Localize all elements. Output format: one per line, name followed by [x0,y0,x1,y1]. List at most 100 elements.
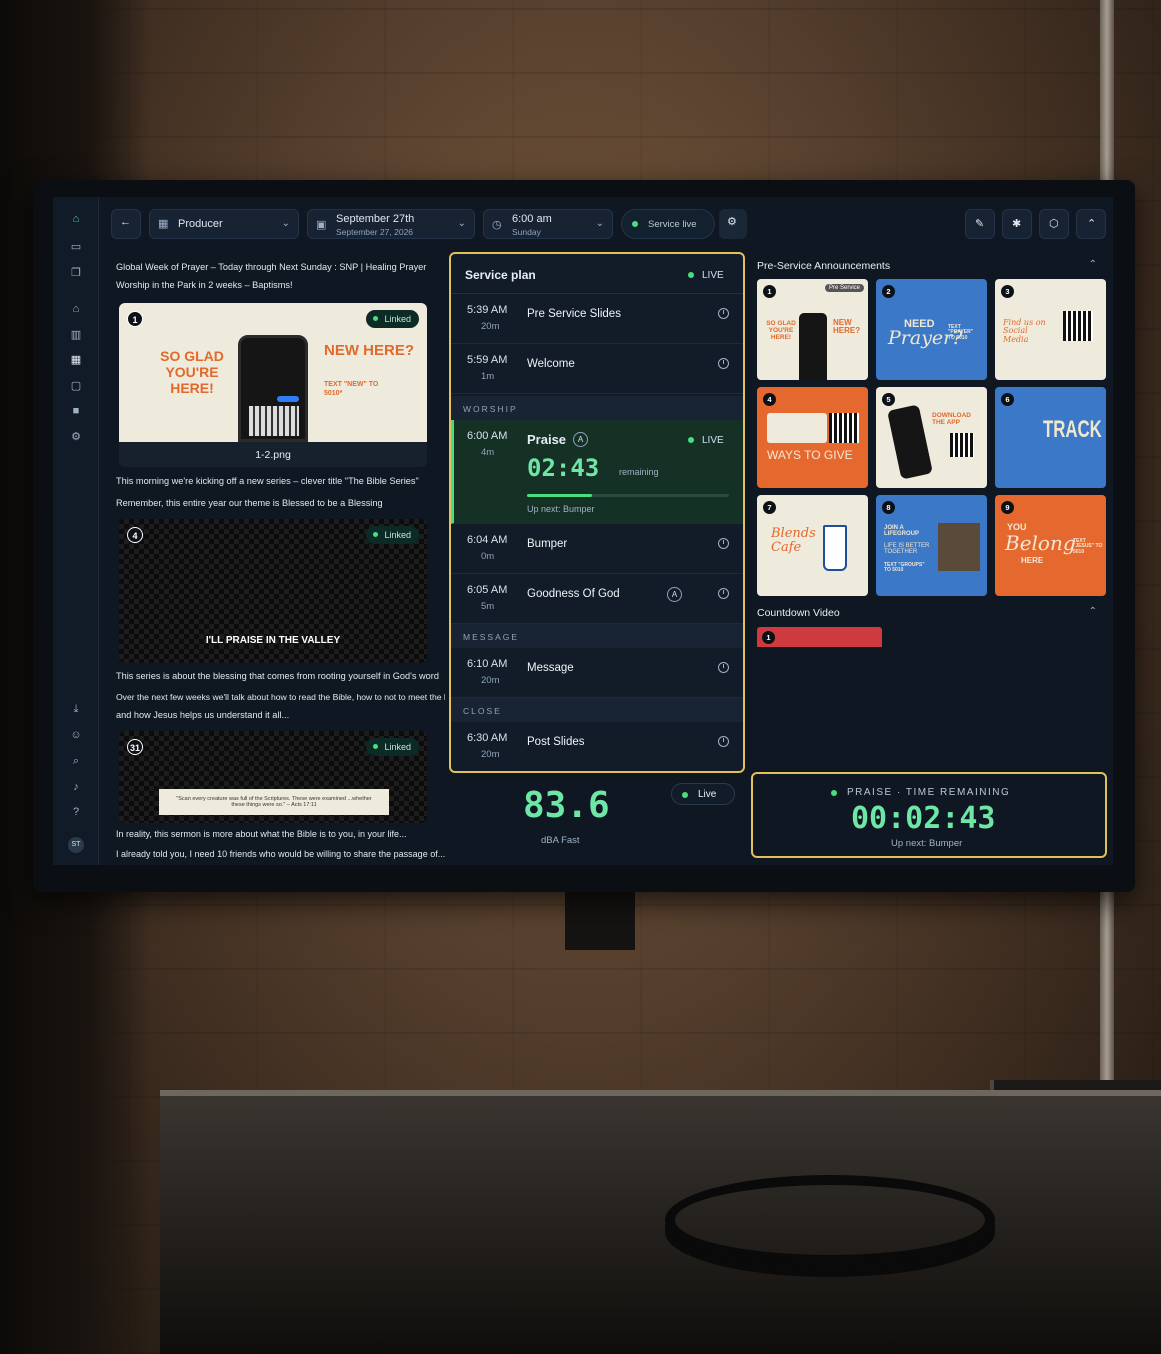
notes-line: Worship in the Park in 2 weeks – Baptism… [116,280,293,290]
home-icon[interactable]: ⌂ [68,301,84,317]
tile-text: NEW HERE? [833,318,861,336]
app-logo-icon[interactable]: ⌂ [68,211,84,227]
date-sub: September 27, 2026 [336,227,414,237]
slide-graphic-text: TEXT "NEW" TO 5010* [324,381,379,397]
item-name: Pre Service Slides [527,308,621,320]
download-icon[interactable]: ⤓ [68,701,84,717]
gear-icon: ⚙ [727,216,737,228]
back-button[interactable]: ← [111,209,141,239]
avatar[interactable]: ST [68,837,84,853]
up-next-label: Up next: Bumper [527,504,595,514]
date-label: September 27th [336,213,415,225]
date-dropdown[interactable]: ▣ September 27th September 27, 2026 ⌄ [307,209,475,239]
item-duration: 20m [481,749,500,760]
chevron-up-icon[interactable]: ⌃ [1089,259,1097,270]
calendar-icon[interactable]: ▢ [68,378,84,394]
plan-item[interactable]: 6:30 AM 20m Post Slides [451,722,743,771]
item-name: Message [527,662,574,674]
time-remaining-panel: PRAISE · TIME REMAINING 00:02:43 Up next… [751,772,1107,858]
live-label: LIVE [702,270,724,281]
collapse-button[interactable]: ⌃ [1076,209,1106,239]
box-icon: ⬡ [1049,218,1059,230]
grid-icon[interactable]: ▦ [68,352,84,368]
tile-text: TRACK [1043,416,1102,443]
announcement-tile[interactable]: 2 NEED Prayer? TEXT "PRAYER" TO 5010 [876,279,987,380]
assignee-badge[interactable]: A [667,587,682,602]
slide-card-4[interactable]: 4 Linked I'LL PRAISE IN THE VALLEY [119,519,427,663]
announcement-tile[interactable]: 3 Find us on Social Media [995,279,1106,380]
time-sub: Sunday [512,227,541,237]
db-live-pill[interactable]: Live [671,783,735,805]
producer-label: Producer [178,218,223,230]
plan-item[interactable]: 5:59 AM 1m Welcome [451,344,743,394]
plan-item[interactable]: 5:39 AM 20m Pre Service Slides [451,294,743,344]
add-user-icon[interactable]: ☺ [68,727,84,743]
tile-number: 2 [882,285,895,298]
slide-card-31[interactable]: 31 Linked "Scan every creature was full … [119,731,427,823]
slide-card-1[interactable]: SO GLAD YOU'RE HERE! NEW HERE? TEXT "NEW… [119,303,427,467]
bell-icon[interactable]: ♪ [68,779,84,795]
plan-item[interactable]: 6:10 AM 20m Message [451,648,743,698]
chat-icon[interactable]: ▭ [68,239,84,255]
notes-line: Remember, this entire year our theme is … [116,498,383,508]
up-next-label: Up next: Bumper [891,838,963,849]
item-name: Praise [527,432,567,447]
phone-graphic [238,335,308,442]
copy-icon[interactable]: ❐ [68,265,84,281]
service-settings-button[interactable]: ⚙ [719,209,747,239]
service-live-label: Service live [648,219,697,230]
chevron-up-icon[interactable]: ⌃ [1089,606,1097,617]
clock-icon: ◷ [492,219,502,231]
time-dropdown[interactable]: ◷ 6:00 am Sunday ⌄ [483,209,613,239]
search-icon[interactable]: ⌕ [68,753,84,769]
notes-line: Over the next few weeks we'll talk about… [116,692,445,702]
item-duration: 1m [481,371,495,382]
item-name: Bumper [527,538,568,550]
pencil-icon: ✎ [975,218,985,230]
countdown-video-tile[interactable]: 1 [757,627,882,647]
package-button[interactable]: ⬡ [1039,209,1069,239]
settings-icon[interactable]: ⚙ [68,429,84,445]
debug-button[interactable]: ✱ [1002,209,1032,239]
plan-item-current[interactable]: 6:00 AM 4m Praise A LIVE 02:43 remaining… [451,420,743,524]
announcement-tile[interactable]: 1 Pre Service SO GLAD YOU'RE HERE! NEW H… [757,279,868,380]
edit-button[interactable]: ✎ [965,209,995,239]
item-time: 6:00 AM [467,430,508,442]
clock-icon[interactable] [718,358,729,369]
slide-graphic-text: SO GLAD YOU'RE HERE! [160,348,224,396]
plan-item[interactable]: 6:05 AM 5m Goodness Of God A [451,574,743,624]
announcement-tile[interactable]: 8 JOIN A LIFEGROUP LIFE IS BETTER TOGETH… [876,495,987,596]
linked-badge[interactable]: Linked [366,526,419,544]
item-name: Goodness Of God [527,588,620,600]
notes-column: Global Week of Prayer – Today through Ne… [109,253,445,865]
left-rail: ⌂ ▭ ❐ ⌂ ▥ ▦ ▢ ■ ⚙ ⤓ ☺ ⌕ ♪ ? ST [53,197,99,865]
announcement-tile[interactable]: 7 Blends Cafe [757,495,868,596]
chevron-down-icon: ⌄ [281,218,290,229]
linked-badge[interactable]: Linked [366,738,419,756]
announcement-tile[interactable]: 5 DOWNLOAD THE APP [876,387,987,488]
help-icon[interactable]: ? [68,804,84,820]
progress-track [527,494,729,497]
assignee-badge[interactable]: A [573,432,588,447]
clock-icon[interactable] [718,308,729,319]
service-live-pill[interactable]: Service live [621,209,715,239]
producer-dropdown[interactable]: ▦ Producer ⌄ [149,209,299,239]
item-duration: 20m [481,321,500,332]
linked-badge[interactable]: Linked [366,310,419,328]
progress-fill [527,494,592,497]
clock-icon[interactable] [718,588,729,599]
announcement-tile[interactable]: 9 YOU Belong HERE TEXT "JESUS" TO 5010 [995,495,1106,596]
timer-label: PRAISE · TIME REMAINING [847,787,1011,798]
clock-icon[interactable] [718,538,729,549]
plan-item[interactable]: 6:04 AM 0m Bumper [451,524,743,574]
clock-icon[interactable] [718,662,729,673]
slide-filename: 1-2.png [255,449,291,461]
announcement-tile[interactable]: 6 TRACK [995,387,1106,488]
live-label: Live [698,789,717,800]
video-icon[interactable]: ■ [68,403,84,419]
announcement-tile[interactable]: 4 WAYS TO GIVE [757,387,868,488]
book-icon[interactable]: ▥ [68,327,84,343]
tile-text: WAYS TO GIVE [767,448,853,462]
slide-number: 4 [127,527,143,543]
clock-icon[interactable] [718,736,729,747]
